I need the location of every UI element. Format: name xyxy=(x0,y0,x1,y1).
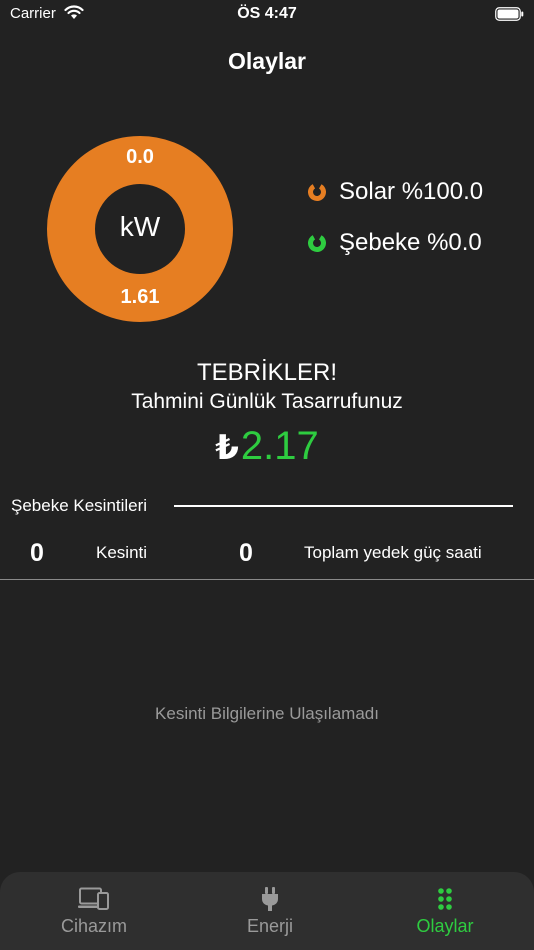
tab-enerji-label: Enerji xyxy=(246,916,294,936)
tab-cihazim-label: Cihazım xyxy=(60,916,127,936)
legend-solar-label: Solar %100.0 xyxy=(339,178,484,205)
stats-divider xyxy=(0,579,534,580)
tab-bar: Cihazım Enerji Olaylar xyxy=(0,872,534,950)
section-divider-line xyxy=(174,505,513,507)
battery-icon xyxy=(495,7,524,21)
donut-unit-label: kW xyxy=(119,211,161,242)
empty-state-message: Kesinti Bilgilerine Ulaşılamadı xyxy=(155,704,379,723)
backup-hours-label: Toplam yedek güç saati xyxy=(304,543,482,562)
tab-enerji[interactable]: Enerji xyxy=(181,872,359,950)
backup-hours-value: 0 xyxy=(239,539,253,567)
status-time: ÖS 4:47 xyxy=(237,5,297,22)
section-title-outages: Şebeke Kesintileri xyxy=(11,496,148,515)
events-screen: Carrier ÖS 4:47 Olaylar 0.0 kW 1.61 Sola… xyxy=(0,0,534,950)
savings-label: Tahmini Günlük Tasarrufunuz xyxy=(131,390,403,413)
outage-count: 0 xyxy=(30,539,44,567)
solar-donut-icon xyxy=(308,183,326,201)
dots-grid-icon xyxy=(438,888,452,910)
status-bar: Carrier ÖS 4:47 xyxy=(0,0,534,30)
currency-symbol: ₺ xyxy=(215,429,239,467)
outage-count-label: Kesinti xyxy=(96,543,148,562)
page-title: Olaylar xyxy=(228,48,306,74)
tab-olaylar[interactable]: Olaylar xyxy=(356,872,534,950)
legend-solar: Solar %100.0 xyxy=(307,176,483,208)
savings-value: 2.17 xyxy=(240,424,319,468)
congrats-heading: TEBRİKLER! xyxy=(196,359,338,386)
donut-bottom-value: 1.61 xyxy=(120,286,160,308)
tab-cihazim[interactable]: Cihazım xyxy=(5,872,183,950)
savings-amount: ₺ 2.17 xyxy=(0,424,534,469)
donut-top-value: 0.0 xyxy=(126,146,154,168)
legend-grid: Şebeke %0.0 xyxy=(307,227,482,259)
legend-grid-label: Şebeke %0.0 xyxy=(339,229,482,256)
grid-donut-icon xyxy=(308,234,326,252)
plug-icon xyxy=(262,887,278,911)
devices-icon xyxy=(78,887,109,910)
tab-olaylar-label: Olaylar xyxy=(416,916,474,936)
